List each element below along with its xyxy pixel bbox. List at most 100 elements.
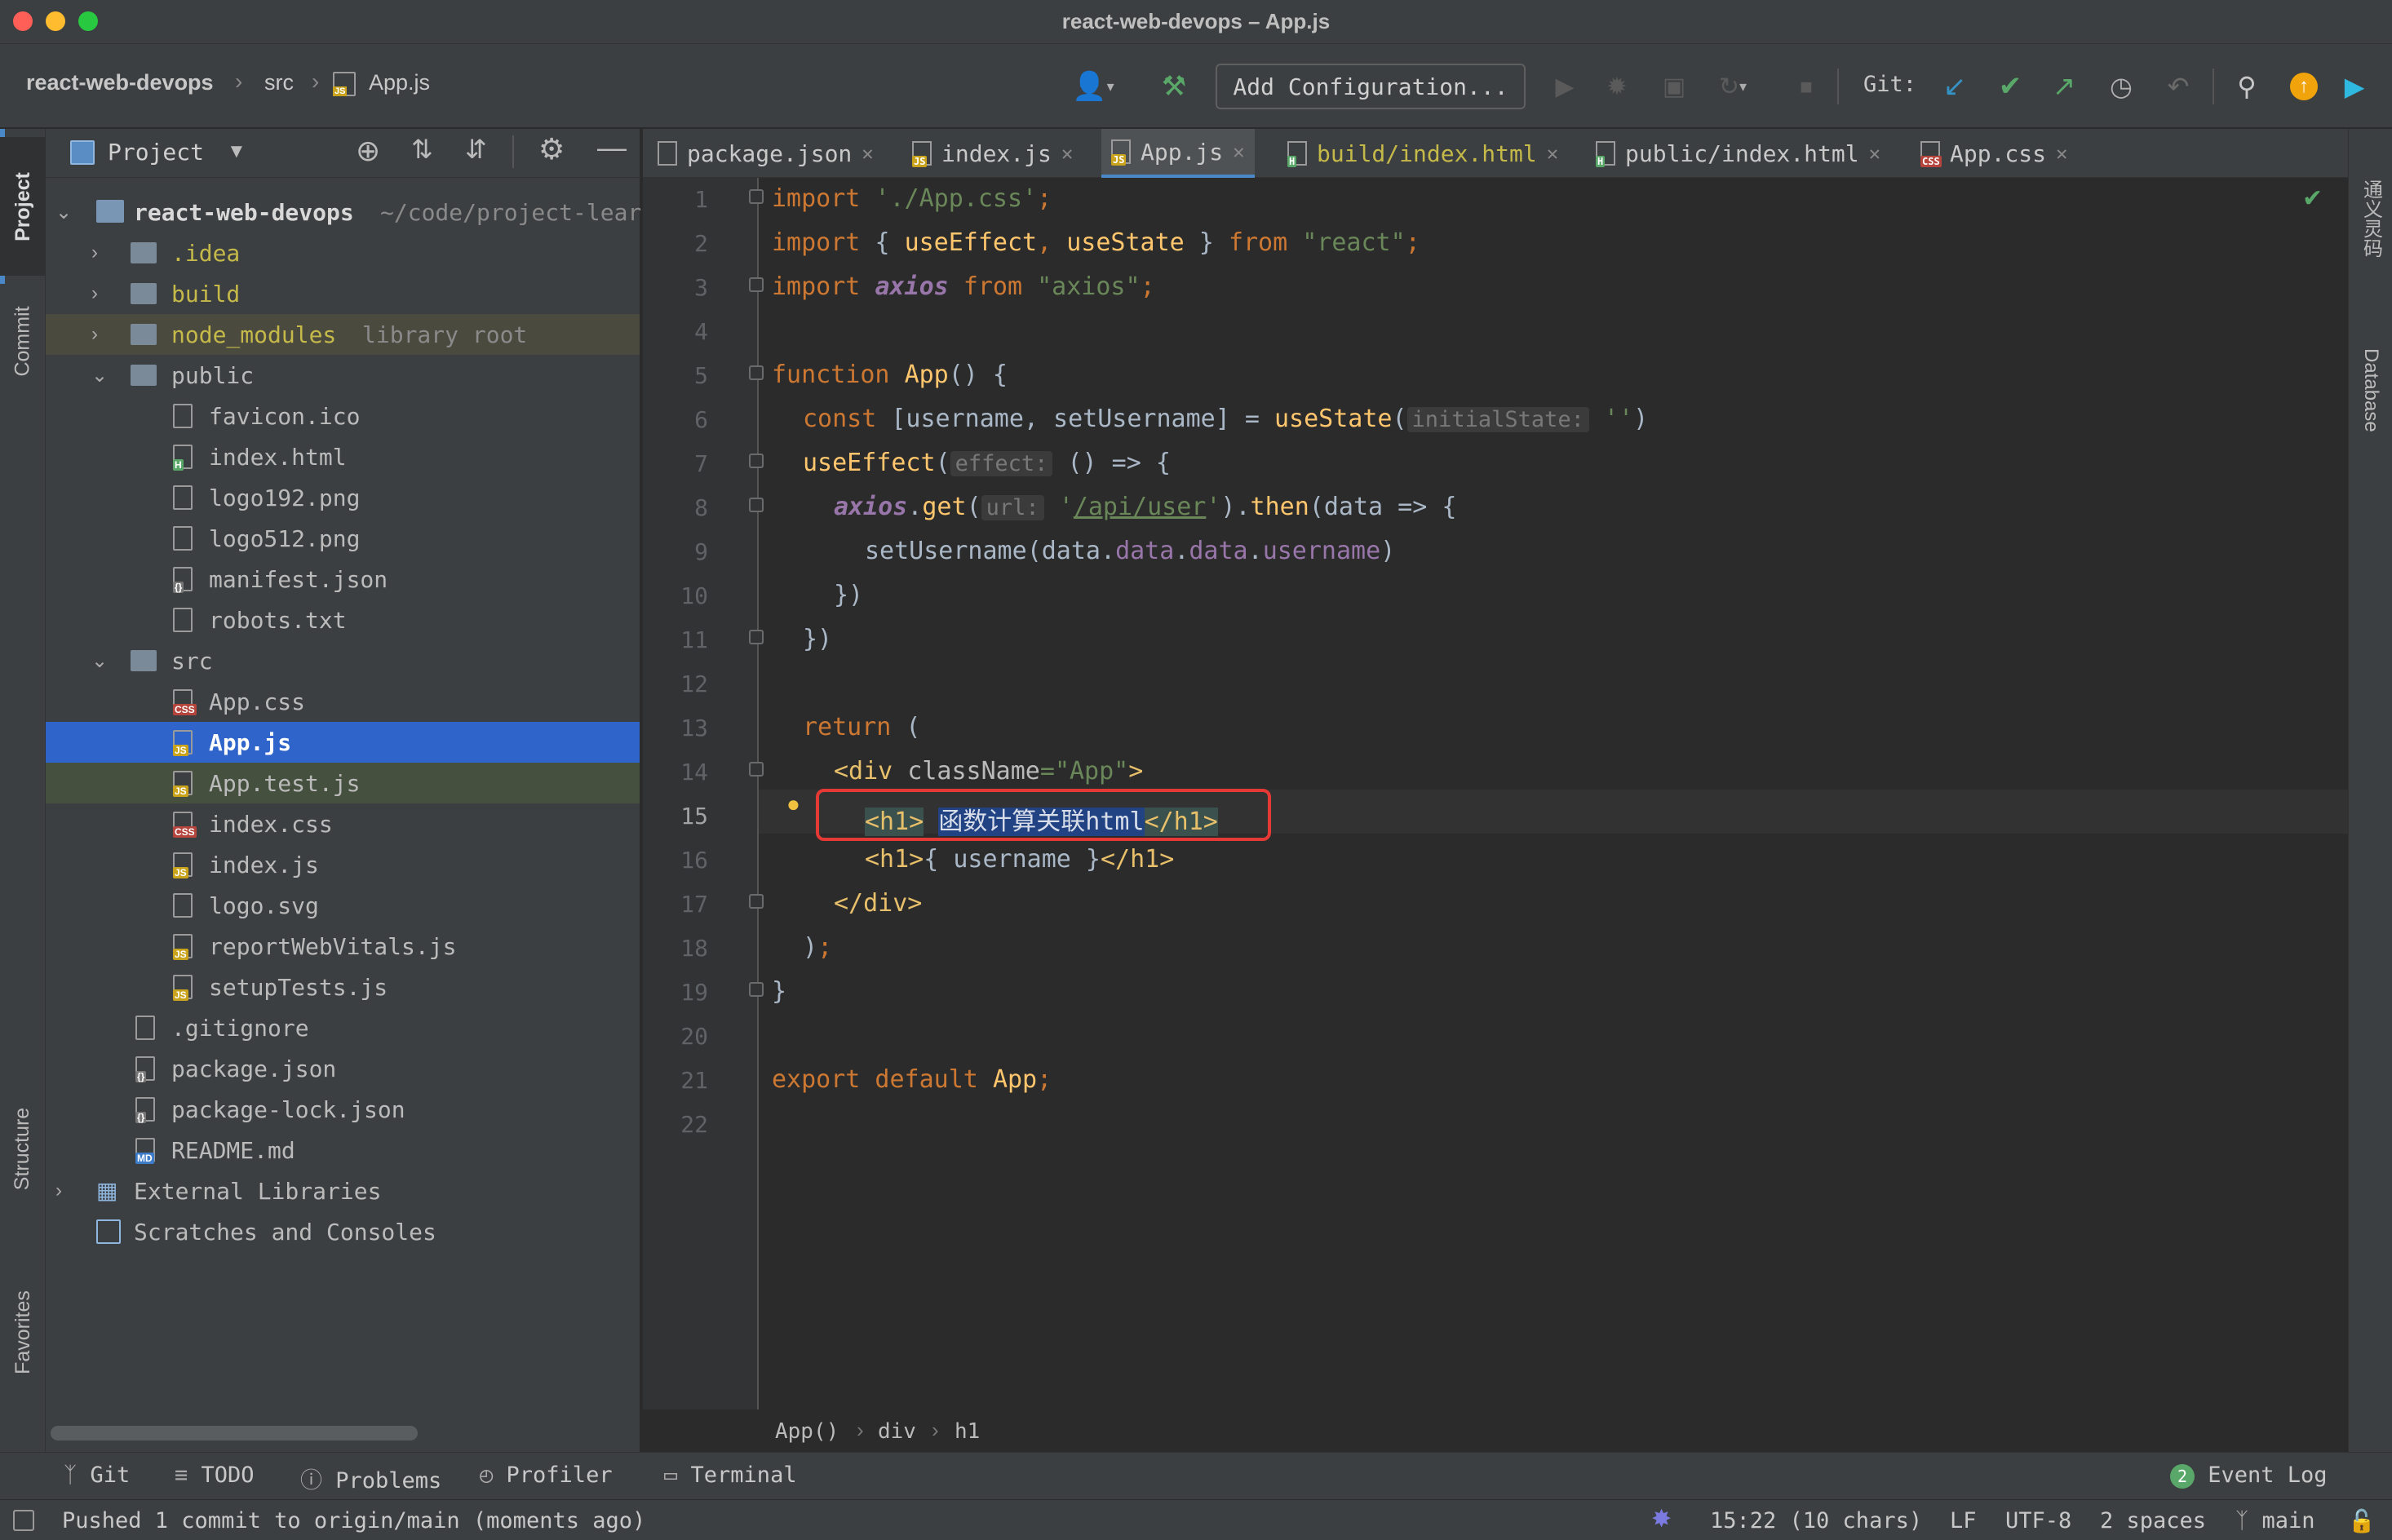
profile-icon[interactable]: ↻ ▾	[1708, 69, 1757, 104]
add-configuration-button[interactable]: Add Configuration...	[1216, 64, 1526, 109]
debug-icon[interactable]: ✹	[1599, 69, 1635, 104]
stop-icon[interactable]: ■	[1790, 69, 1823, 104]
fold-marker-icon[interactable]	[749, 365, 764, 380]
code-line-5[interactable]: function App() {	[772, 361, 1008, 389]
code-line-16[interactable]: <h1>{ username }</h1>	[865, 845, 1174, 874]
fold-marker-icon[interactable]	[749, 894, 764, 909]
tree-item-readme[interactable]: MD README.md	[46, 1130, 640, 1170]
fold-marker-icon[interactable]	[749, 630, 764, 644]
code-line-18[interactable]: );	[803, 933, 832, 962]
code-line-9[interactable]: setUsername(data.data.data.username)	[865, 537, 1395, 565]
tree-item-index-css[interactable]: CSS index.css	[46, 803, 640, 844]
code-line-1[interactable]: import './App.css';	[772, 184, 1052, 213]
tree-item-gitignore[interactable]: .gitignore	[46, 1007, 640, 1048]
tab-favorites[interactable]: Favorites	[0, 1255, 46, 1409]
tab-public-index-html[interactable]: H public/index.html ✕	[1596, 129, 1880, 178]
line-separator[interactable]: LF	[1950, 1508, 1977, 1533]
tree-item-scratches[interactable]: Scratches and Consoles	[46, 1211, 640, 1252]
tree-item-app-js[interactable]: JS App.js	[46, 722, 640, 763]
tree-item-node-modules[interactable]: › node_modules library root	[46, 314, 640, 355]
tab-index-js[interactable]: JS index.js ✕	[912, 129, 1073, 178]
code-line-3[interactable]: import axios from "axios";	[772, 272, 1155, 301]
code-line-17[interactable]: </div>	[834, 889, 922, 918]
tab-commit[interactable]: Commit	[0, 292, 46, 390]
tree-item-public[interactable]: ⌄ public	[46, 355, 640, 396]
indent-setting[interactable]: 2 spaces	[2100, 1508, 2206, 1533]
tree-item-package-json[interactable]: {} package.json	[46, 1048, 640, 1089]
git-branch[interactable]: ᛉ main	[2235, 1508, 2315, 1533]
tree-item-package-lock[interactable]: {} package-lock.json	[46, 1089, 640, 1130]
breadcrumb-div[interactable]: div	[878, 1419, 916, 1444]
tab-tongyi[interactable]: 通义灵码	[2349, 137, 2392, 300]
project-panel-title[interactable]: Project	[108, 139, 204, 166]
tab-project[interactable]: Project	[0, 137, 46, 276]
tree-item-app-css[interactable]: CSS App.css	[46, 681, 640, 722]
git-push-icon[interactable]: ↗	[2046, 69, 2082, 104]
close-tab-icon[interactable]: ✕	[1547, 142, 1558, 165]
locate-file-icon[interactable]: ⊕	[356, 134, 380, 168]
rollback-icon[interactable]: ↶	[2160, 69, 2196, 104]
collapse-all-icon[interactable]: ⇵	[465, 134, 487, 165]
fold-marker-icon[interactable]	[749, 762, 764, 777]
breadcrumb-h1[interactable]: h1	[955, 1419, 980, 1444]
tool-profiler[interactable]: ◴ Profiler	[480, 1463, 613, 1488]
toolbox-icon[interactable]: ▶	[2338, 69, 2371, 104]
fold-marker-icon[interactable]	[749, 498, 764, 512]
tab-app-css[interactable]: CSS App.css ✕	[1920, 129, 2067, 178]
tool-problems[interactable]: ⓘ Problems	[300, 1463, 441, 1494]
fold-marker-icon[interactable]	[749, 982, 764, 997]
file-encoding[interactable]: UTF-8	[2005, 1508, 2071, 1533]
close-tab-icon[interactable]: ✕	[1061, 142, 1073, 165]
close-tab-icon[interactable]: ✕	[862, 142, 873, 165]
tree-item-logo192[interactable]: logo192.png	[46, 477, 640, 518]
tree-item-index-html[interactable]: H index.html	[46, 436, 640, 477]
code-line-6[interactable]: const [username, setUsername] = useState…	[803, 405, 1648, 433]
tab-structure[interactable]: Structure	[0, 1067, 46, 1230]
close-tab-icon[interactable]: ✕	[1869, 142, 1880, 165]
lightbulb-icon[interactable]: ●	[786, 791, 800, 817]
tree-item-root[interactable]: ⌄ react-web-devops ~/code/project-lear	[46, 192, 641, 232]
tree-item-logo512[interactable]: logo512.png	[46, 518, 640, 559]
search-icon[interactable]: ⚲	[2229, 69, 2265, 104]
lock-icon[interactable]: 🔓	[2348, 1508, 2376, 1534]
gear-icon[interactable]: ⚙	[538, 132, 565, 166]
ai-assistant-icon[interactable]: ✸	[1651, 1505, 1672, 1533]
chevron-right-icon[interactable]: ›	[91, 241, 108, 264]
fold-marker-icon[interactable]	[749, 277, 764, 292]
code-line-10[interactable]: })	[834, 581, 863, 609]
tree-item-setup-tests[interactable]: JS setupTests.js	[46, 967, 640, 1007]
chevron-right-icon[interactable]: ›	[91, 282, 108, 305]
event-log-button[interactable]: 2 Event Log	[2170, 1463, 2328, 1489]
status-message[interactable]: Pushed 1 commit to origin/main (moments …	[62, 1508, 645, 1533]
tool-git[interactable]: ᛉ Git	[64, 1463, 130, 1488]
tree-item-report-web-vitals[interactable]: JS reportWebVitals.js	[46, 926, 640, 967]
tree-item-manifest[interactable]: {} manifest.json	[46, 559, 640, 600]
tab-package-json[interactable]: package.json ✕	[658, 129, 874, 178]
breadcrumb-src[interactable]: src	[264, 70, 294, 95]
chevron-right-icon[interactable]: ›	[55, 1179, 72, 1202]
code-line-13[interactable]: return (	[803, 713, 921, 741]
tree-item-external-libraries[interactable]: › ▦ External Libraries	[46, 1170, 640, 1211]
tab-database[interactable]: Database	[2349, 308, 2392, 471]
tree-item-index-js[interactable]: JS index.js	[46, 844, 640, 885]
chevron-down-icon[interactable]: ⌄	[91, 364, 108, 387]
fold-marker-icon[interactable]	[749, 189, 764, 204]
expand-all-icon[interactable]: ⇅	[411, 134, 433, 165]
breadcrumb-function[interactable]: App()	[775, 1419, 839, 1444]
tab-app-js[interactable]: JS App.js ✕	[1101, 129, 1255, 178]
git-update-icon[interactable]: ↙	[1937, 69, 1973, 104]
close-tab-icon[interactable]: ✕	[1233, 140, 1244, 163]
chevron-down-icon[interactable]: ⌄	[55, 201, 72, 224]
git-commit-icon[interactable]: ✔	[1992, 69, 2028, 104]
run-icon[interactable]: ▶	[1548, 69, 1581, 104]
tree-item-app-test-js[interactable]: JS App.test.js	[46, 763, 640, 803]
hide-panel-icon[interactable]: —	[597, 131, 627, 165]
tree-item-favicon[interactable]: favicon.ico	[46, 396, 640, 436]
tab-build-index-html[interactable]: H build/index.html ✕	[1287, 129, 1558, 178]
code-line-11[interactable]: })	[803, 625, 832, 653]
chevron-right-icon[interactable]: ›	[91, 323, 108, 346]
fold-marker-icon[interactable]	[749, 454, 764, 468]
coverage-icon[interactable]: ▣	[1656, 69, 1692, 104]
project-horizontal-scrollbar[interactable]	[51, 1426, 418, 1440]
tree-item-logo-svg[interactable]: logo.svg	[46, 885, 640, 926]
